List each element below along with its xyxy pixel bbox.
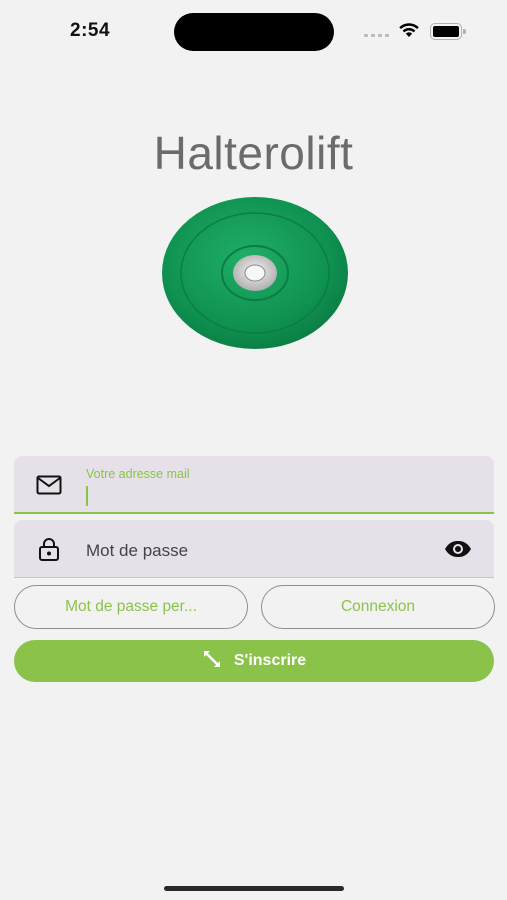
email-field-label: Votre adresse mail (86, 467, 190, 481)
wifi-icon (399, 23, 419, 37)
signup-button-label: S'inscrire (233, 652, 307, 669)
expand-arrows-icon (202, 649, 222, 674)
lock-icon (36, 538, 62, 561)
dynamic-island (174, 13, 334, 51)
signup-button[interactable]: S'inscrire (14, 640, 494, 682)
mail-icon (36, 474, 62, 496)
email-field[interactable]: Votre adresse mail (14, 456, 494, 514)
text-cursor (86, 486, 88, 506)
status-bar: 2:54 (0, 0, 507, 64)
app-title: Halterolift (153, 127, 354, 179)
cellular-signal-icon (364, 34, 389, 37)
password-field[interactable]: Mot de passe (14, 520, 494, 578)
forgot-password-button[interactable]: Mot de passe per... (14, 585, 248, 629)
eye-icon[interactable] (444, 538, 472, 560)
battery-icon (430, 23, 466, 40)
status-time: 2:54 (70, 20, 111, 41)
login-button[interactable]: Connexion (261, 585, 495, 629)
password-placeholder: Mot de passe (86, 541, 189, 560)
home-indicator (164, 886, 344, 891)
weight-plate-logo (162, 197, 348, 349)
